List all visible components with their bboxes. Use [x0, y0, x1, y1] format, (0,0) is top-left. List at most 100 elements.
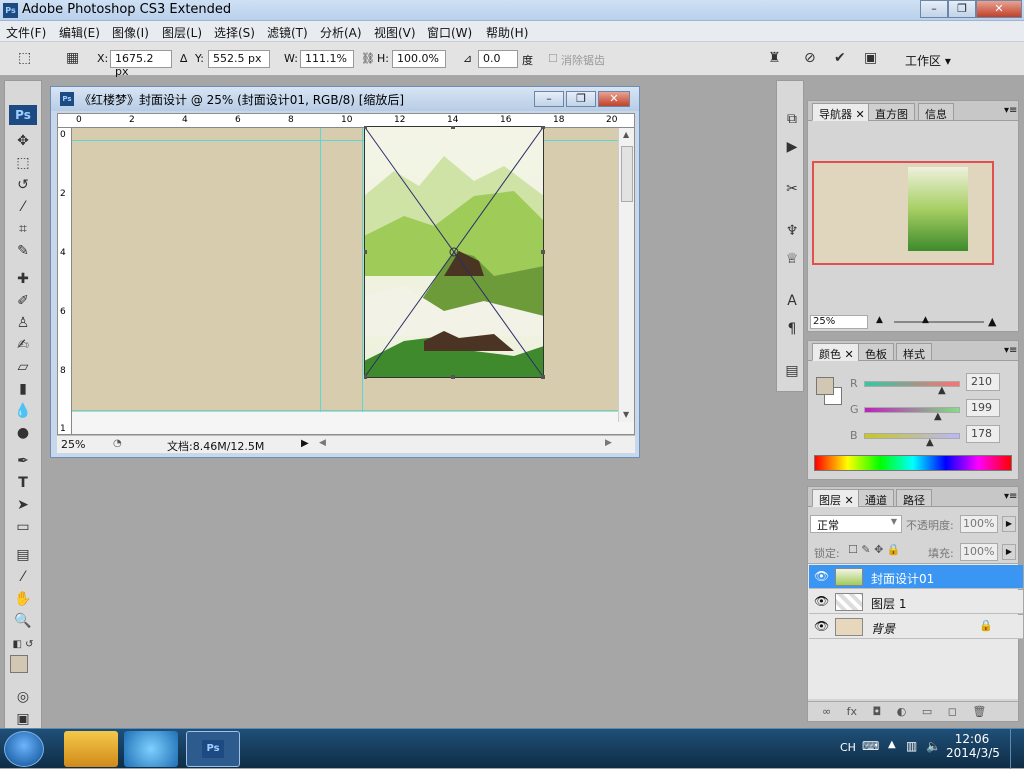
pen-tool-icon[interactable]: ✒: [10, 451, 36, 471]
menu-analysis[interactable]: 分析(A): [320, 24, 362, 41]
layer-row[interactable]: 👁 图层 1: [809, 590, 1023, 614]
history-panel-icon[interactable]: ⧉: [779, 109, 805, 129]
tool-presets-icon[interactable]: ✂: [779, 179, 805, 199]
screen-mode-icon[interactable]: ▣: [10, 709, 36, 729]
eyedropper-tool-icon[interactable]: ⁄: [10, 567, 36, 587]
path-selection-tool-icon[interactable]: ➤: [10, 495, 36, 515]
tray-expand-icon[interactable]: ▲: [888, 739, 896, 750]
healing-brush-tool-icon[interactable]: ✚: [10, 269, 36, 289]
channel-b-slider[interactable]: [864, 433, 960, 439]
channel-r-value[interactable]: 210: [966, 373, 1000, 391]
scroll-right-icon[interactable]: ▶: [605, 438, 612, 448]
tab-paths[interactable]: 路径: [896, 489, 932, 507]
menu-layer[interactable]: 图层(L): [162, 24, 202, 41]
menu-file[interactable]: 文件(F): [6, 24, 46, 41]
rectangle-tool-icon[interactable]: ▭: [10, 517, 36, 537]
scroll-down-icon[interactable]: ▼: [623, 410, 629, 419]
hand-tool-icon[interactable]: ✋: [10, 589, 36, 609]
photoshop-taskbar-icon[interactable]: Ps: [186, 731, 240, 767]
tray-clock[interactable]: 12:06 2014/3/5: [946, 732, 1000, 760]
canvas-area[interactable]: 0 2 4 6 8 10 12 14 16 18 20 0 2 4 6 8 1: [57, 113, 635, 435]
start-button[interactable]: [4, 731, 44, 767]
opacity-arrow-icon[interactable]: ▶: [1002, 516, 1016, 532]
transform-tool-icon[interactable]: ⬚: [18, 50, 31, 66]
paragraph-panel-icon[interactable]: ¶: [779, 319, 805, 339]
eraser-tool-icon[interactable]: ▱: [10, 357, 36, 377]
character-panel-icon[interactable]: A: [779, 291, 805, 311]
layer-row[interactable]: 👁 封面设计01: [809, 565, 1023, 589]
marquee-tool-icon[interactable]: ⬚: [10, 153, 36, 173]
slider-handle-icon[interactable]: ▲: [938, 385, 946, 396]
channel-b-value[interactable]: 178: [966, 425, 1000, 443]
horizontal-ruler[interactable]: 0 2 4 6 8 10 12 14 16 18 20: [58, 114, 634, 128]
tab-navigator[interactable]: 导航器 ✕: [812, 103, 872, 121]
zoom-slider-handle[interactable]: ▲: [922, 315, 929, 325]
navigator-zoom-field[interactable]: 25%: [810, 315, 868, 329]
crop-tool-icon[interactable]: ⌗: [10, 219, 36, 239]
fill-field[interactable]: 100%: [960, 543, 998, 561]
internet-explorer-icon[interactable]: [124, 731, 178, 767]
minimize-button[interactable]: –: [920, 0, 948, 18]
lasso-tool-icon[interactable]: ↺: [10, 175, 36, 195]
clone-source-icon[interactable]: ♕: [779, 249, 805, 269]
antialias-checkbox[interactable]: ☐: [548, 52, 558, 65]
tab-info[interactable]: 信息: [918, 103, 954, 121]
keyboard-icon[interactable]: ⌨: [862, 739, 879, 753]
commit-transform-icon[interactable]: ✔: [834, 50, 846, 66]
eye-icon[interactable]: 👁: [814, 594, 829, 608]
scroll-thumb[interactable]: [621, 146, 633, 202]
doc-close-button[interactable]: ✕: [598, 91, 630, 107]
angle-field[interactable]: 0.0: [478, 50, 518, 68]
eye-icon[interactable]: 👁: [814, 569, 829, 583]
tab-color[interactable]: 颜色 ✕: [812, 343, 861, 361]
clone-stamp-tool-icon[interactable]: ♙: [10, 313, 36, 333]
width-field[interactable]: 111.1%: [300, 50, 354, 68]
link-icon[interactable]: ⛓: [361, 52, 375, 65]
blur-tool-icon[interactable]: 💧: [10, 401, 36, 421]
navigator-zoom-slider[interactable]: [894, 321, 984, 323]
y-field[interactable]: 552.5 px: [208, 50, 270, 68]
eye-icon[interactable]: 👁: [814, 619, 829, 633]
blend-mode-select[interactable]: 正常 ▼: [810, 515, 902, 533]
menu-window[interactable]: 窗口(W): [427, 24, 472, 41]
guide-line[interactable]: [362, 128, 363, 422]
zoom-out-icon[interactable]: ▲: [876, 315, 883, 325]
panel-menu-icon[interactable]: ▾≡: [1004, 491, 1017, 502]
menu-select[interactable]: 选择(S): [214, 24, 255, 41]
slider-handle-icon[interactable]: ▲: [934, 411, 942, 422]
notes-tool-icon[interactable]: ▤: [10, 545, 36, 565]
fill-arrow-icon[interactable]: ▶: [1002, 544, 1016, 560]
restore-button[interactable]: ❐: [948, 0, 976, 18]
panel-menu-icon[interactable]: ▾≡: [1004, 105, 1017, 116]
panel-menu-icon[interactable]: ▾≡: [1004, 345, 1017, 356]
channel-g-slider[interactable]: [864, 407, 960, 413]
zoom-field[interactable]: 25%: [61, 438, 85, 451]
color-spectrum-bar[interactable]: [814, 455, 1012, 471]
network-icon[interactable]: ▥: [906, 739, 917, 753]
slider-handle-icon[interactable]: ▲: [926, 437, 934, 448]
foreground-color-swatch[interactable]: [10, 655, 28, 673]
magic-wand-tool-icon[interactable]: ⁄: [10, 197, 36, 217]
foreground-color-swatch[interactable]: [816, 377, 834, 395]
guide-line[interactable]: [320, 128, 321, 422]
height-field[interactable]: 100.0%: [392, 50, 446, 68]
dodge-tool-icon[interactable]: ●: [10, 423, 36, 443]
actions-panel-icon[interactable]: ▶: [779, 137, 805, 157]
doc-minimize-button[interactable]: –: [534, 91, 564, 107]
x-field[interactable]: 1675.2 px: [110, 50, 172, 78]
menu-view[interactable]: 视图(V): [374, 24, 416, 41]
menu-filter[interactable]: 滤镜(T): [267, 24, 308, 41]
menu-edit[interactable]: 编辑(E): [59, 24, 100, 41]
status-menu-arrow-icon[interactable]: ▶: [301, 438, 309, 449]
layers-footer-buttons[interactable]: ∞ fx ◘ ◐ ▭ ◻ 🗑: [808, 701, 1018, 721]
status-info-icon[interactable]: ◔: [113, 438, 122, 449]
vertical-ruler[interactable]: 0 2 4 6 8 1: [58, 128, 72, 434]
navigator-preview[interactable]: [812, 161, 994, 265]
move-tool-icon[interactable]: ✥: [10, 131, 36, 151]
tab-swatches[interactable]: 色板: [858, 343, 894, 361]
zoom-tool-icon[interactable]: 🔍: [10, 611, 36, 631]
file-explorer-icon[interactable]: [64, 731, 118, 767]
slice-tool-icon[interactable]: ✎: [10, 241, 36, 261]
zoom-in-icon[interactable]: ▲: [988, 315, 996, 328]
brushes-panel-icon[interactable]: ♆: [779, 221, 805, 241]
